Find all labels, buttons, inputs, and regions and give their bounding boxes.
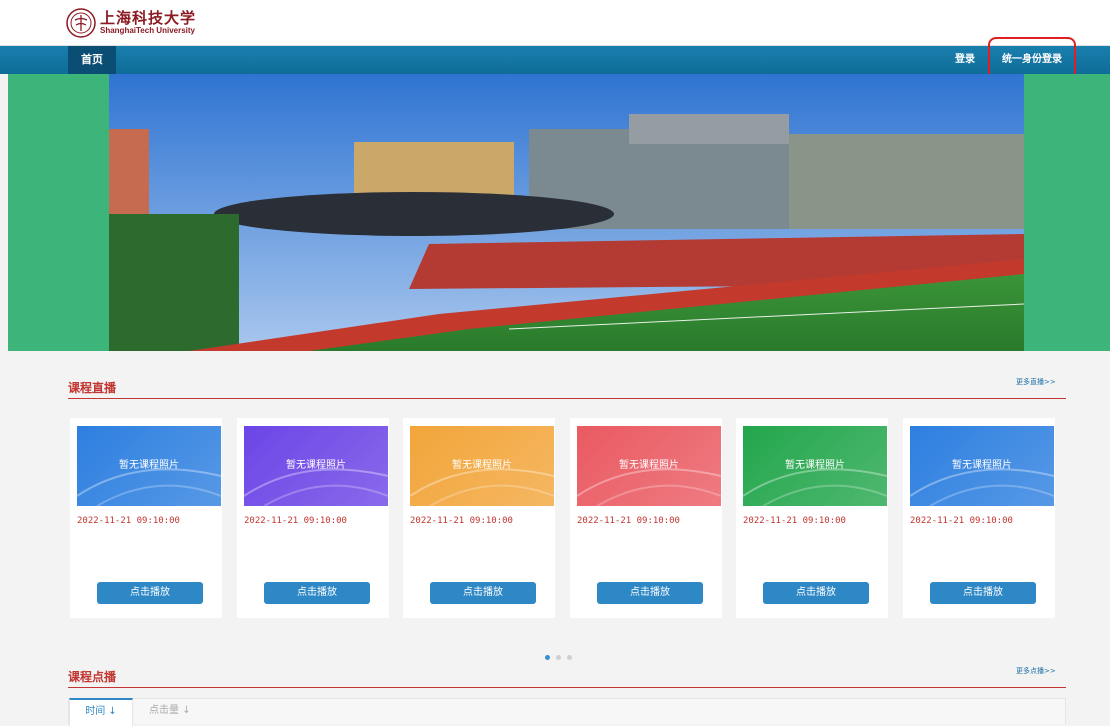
live-section-title: 课程直播	[68, 381, 117, 395]
logo-chinese-name: 上海科技大学	[100, 9, 197, 27]
course-card: 暂无课程照片 2022-11-21 09:10:00 点击播放	[903, 418, 1055, 618]
carousel-dot[interactable]	[545, 655, 550, 660]
carousel-dot[interactable]	[567, 655, 572, 660]
logo-english-name: ShanghaiTech University	[100, 26, 195, 35]
banner-image	[109, 74, 1024, 351]
sort-tabs: 时间 ↓ 点击量 ↓	[68, 698, 1066, 726]
course-date: 2022-11-21 09:10:00	[910, 516, 1013, 526]
nav-bar: 首页 登录 统一身份登录	[0, 46, 1110, 74]
play-button[interactable]: 点击播放	[430, 582, 536, 604]
course-card: 暂无课程照片 2022-11-21 09:10:00 点击播放	[403, 418, 555, 618]
no-photo-placeholder: 暂无课程照片	[119, 460, 179, 471]
course-date: 2022-11-21 09:10:00	[743, 516, 846, 526]
carousel-indicator	[545, 645, 578, 664]
course-thumbnail[interactable]: 暂无课程照片	[77, 426, 221, 506]
top-header: 上海科技大学 ShanghaiTech University	[0, 0, 1110, 46]
sort-by-time-tab[interactable]: 时间 ↓	[69, 698, 133, 726]
no-photo-placeholder: 暂无课程照片	[452, 460, 512, 471]
no-photo-placeholder: 暂无课程照片	[785, 460, 845, 471]
vod-section-divider	[68, 687, 1066, 688]
play-button[interactable]: 点击播放	[97, 582, 203, 604]
course-card: 暂无课程照片 2022-11-21 09:10:00 点击播放	[736, 418, 888, 618]
course-thumbnail[interactable]: 暂无课程照片	[244, 426, 388, 506]
play-button[interactable]: 点击播放	[763, 582, 869, 604]
course-thumbnail[interactable]: 暂无课程照片	[910, 426, 1054, 506]
carousel-dot[interactable]	[556, 655, 561, 660]
logo-text: 上海科技大学 ShanghaiTech University	[100, 10, 196, 36]
sort-arrow-icon: ↓	[108, 706, 117, 717]
course-date: 2022-11-21 09:10:00	[577, 516, 680, 526]
course-date: 2022-11-21 09:10:00	[77, 516, 180, 526]
more-vod-link[interactable]: 更多点播>>	[1016, 666, 1056, 676]
more-live-link[interactable]: 更多直播>>	[1016, 377, 1056, 387]
course-date: 2022-11-21 09:10:00	[410, 516, 513, 526]
nav-home-tab[interactable]: 首页	[68, 46, 116, 74]
sort-arrow-icon: ↓	[182, 705, 191, 716]
live-section-divider	[68, 398, 1066, 399]
no-photo-placeholder: 暂无课程照片	[952, 460, 1012, 471]
course-card: 暂无课程照片 2022-11-21 09:10:00 点击播放	[237, 418, 389, 618]
course-thumbnail[interactable]: 暂无课程照片	[410, 426, 554, 506]
tab-views-label: 点击量	[149, 705, 179, 716]
login-link[interactable]: 登录	[955, 46, 975, 74]
sort-by-views-tab[interactable]: 点击量 ↓	[149, 699, 191, 723]
no-photo-placeholder: 暂无课程照片	[286, 460, 346, 471]
play-button[interactable]: 点击播放	[930, 582, 1036, 604]
course-date: 2022-11-21 09:10:00	[244, 516, 347, 526]
course-thumbnail[interactable]: 暂无课程照片	[577, 426, 721, 506]
play-button[interactable]: 点击播放	[597, 582, 703, 604]
university-logo	[66, 8, 96, 38]
course-thumbnail[interactable]: 暂无课程照片	[743, 426, 887, 506]
tab-time-label: 时间	[85, 706, 106, 717]
course-card: 暂无课程照片 2022-11-21 09:10:00 点击播放	[70, 418, 222, 618]
play-button[interactable]: 点击播放	[264, 582, 370, 604]
vod-section-title: 课程点播	[68, 670, 117, 684]
course-card: 暂无课程照片 2022-11-21 09:10:00 点击播放	[570, 418, 722, 618]
no-photo-placeholder: 暂无课程照片	[619, 460, 679, 471]
